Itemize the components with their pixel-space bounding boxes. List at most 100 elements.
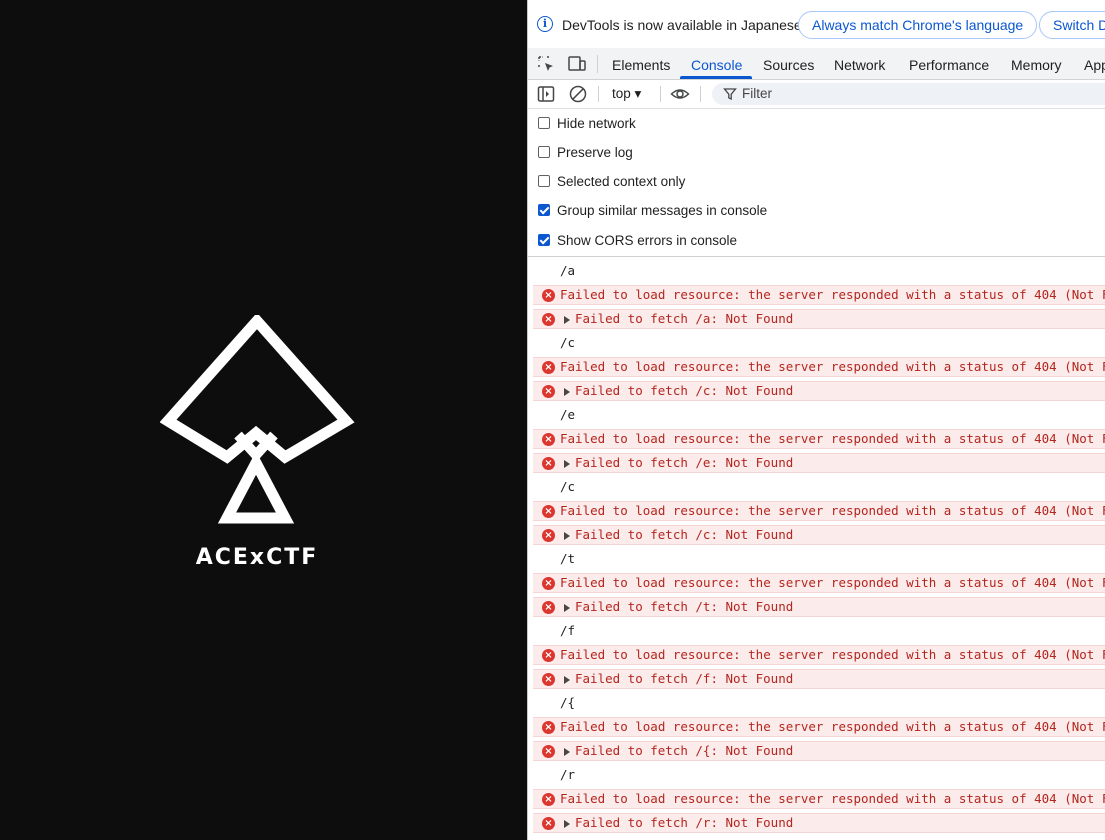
expand-triangle-icon[interactable] bbox=[564, 388, 570, 396]
console-error-message[interactable]: × Failed to fetch /{: Not Found bbox=[533, 741, 1105, 761]
filter-placeholder: Filter bbox=[742, 86, 772, 101]
info-icon: i bbox=[537, 16, 553, 32]
tab-network[interactable]: Network bbox=[834, 57, 885, 73]
console-error-message: × Failed to load resource: the server res… bbox=[533, 429, 1105, 449]
toolbar-separator bbox=[598, 86, 599, 102]
setting-checkbox[interactable] bbox=[538, 117, 550, 129]
console-error-message: × Failed to load resource: the server res… bbox=[533, 717, 1105, 737]
error-icon: × bbox=[542, 505, 555, 518]
language-infobar: i DevTools is now available in Japanese!… bbox=[528, 0, 1105, 48]
expand-triangle-icon[interactable] bbox=[564, 532, 570, 540]
error-icon: × bbox=[542, 529, 555, 542]
expand-triangle-icon[interactable] bbox=[564, 676, 570, 684]
setting-checkbox[interactable] bbox=[538, 204, 550, 216]
clear-console-icon[interactable] bbox=[568, 84, 588, 104]
tab-sources[interactable]: Sources bbox=[763, 57, 814, 73]
message-text: Failed to load resource: the server resp… bbox=[560, 719, 1105, 734]
inspect-element-icon[interactable] bbox=[536, 54, 556, 74]
filter-input[interactable]: Filter bbox=[712, 83, 1105, 105]
error-icon: × bbox=[542, 745, 555, 758]
console-error-message: × Failed to load resource: the server res… bbox=[533, 357, 1105, 377]
context-selector[interactable]: top ▾ bbox=[612, 86, 641, 102]
console-toolbar: top ▾ Filter bbox=[528, 80, 1105, 109]
console-log-message: /e bbox=[533, 405, 1105, 425]
setting-label: Show CORS errors in console bbox=[557, 233, 738, 248]
logo: ACExCTF bbox=[160, 315, 360, 585]
expand-triangle-icon[interactable] bbox=[564, 820, 570, 828]
error-icon: × bbox=[542, 721, 555, 734]
tab-elements[interactable]: Elements bbox=[612, 57, 670, 73]
device-toolbar-icon[interactable] bbox=[567, 54, 587, 74]
spade-logo-icon bbox=[160, 315, 355, 524]
expand-triangle-icon[interactable] bbox=[564, 460, 570, 468]
devtools-tabbar: Elements Console Sources Network Perform… bbox=[528, 48, 1105, 80]
toolbar-separator bbox=[660, 86, 661, 102]
console-log-message: /t bbox=[533, 549, 1105, 569]
message-text: /a bbox=[560, 263, 576, 278]
match-language-button[interactable]: Always match Chrome's language bbox=[798, 11, 1038, 39]
console-error-message[interactable]: × Failed to fetch /t: Not Found bbox=[533, 597, 1105, 617]
error-icon: × bbox=[542, 817, 555, 830]
message-text: Failed to fetch /e: Not Found bbox=[575, 455, 794, 470]
tabbar-separator bbox=[597, 55, 598, 73]
console-log-message: /{ bbox=[533, 693, 1105, 713]
devtools-panel: i DevTools is now available in Japanese!… bbox=[528, 0, 1105, 840]
message-text: /e bbox=[560, 407, 576, 422]
error-icon: × bbox=[542, 793, 555, 806]
message-text: /t bbox=[560, 551, 576, 566]
expand-triangle-icon[interactable] bbox=[564, 604, 570, 612]
error-icon: × bbox=[542, 385, 555, 398]
setting-label: Selected context only bbox=[557, 174, 686, 189]
console-error-message[interactable]: × Failed to fetch /c: Not Found bbox=[533, 381, 1105, 401]
page-viewport: ACExCTF bbox=[0, 0, 527, 840]
setting-checkbox[interactable] bbox=[538, 175, 550, 187]
sidebar-toggle-icon[interactable] bbox=[536, 84, 556, 104]
message-text: /c bbox=[560, 335, 576, 350]
message-text: Failed to fetch /c: Not Found bbox=[575, 527, 794, 542]
error-icon: × bbox=[542, 313, 555, 326]
message-text: /{ bbox=[560, 695, 576, 710]
active-tab-indicator bbox=[680, 76, 752, 79]
live-expression-eye-icon[interactable] bbox=[670, 84, 690, 104]
switch-language-button[interactable]: Switch D bbox=[1039, 11, 1105, 39]
console-log-message: /c bbox=[533, 477, 1105, 497]
console-error-message: × Failed to load resource: the server res… bbox=[533, 645, 1105, 665]
tab-console[interactable]: Console bbox=[691, 57, 742, 73]
message-text: Failed to load resource: the server resp… bbox=[560, 647, 1105, 662]
message-text: /r bbox=[560, 767, 576, 782]
expand-triangle-icon[interactable] bbox=[564, 748, 570, 756]
message-text: Failed to fetch /r: Not Found bbox=[575, 815, 794, 830]
message-text: Failed to load resource: the server resp… bbox=[560, 287, 1105, 302]
error-icon: × bbox=[542, 649, 555, 662]
message-text: Failed to load resource: the server resp… bbox=[560, 503, 1105, 518]
setting-checkbox[interactable] bbox=[538, 146, 550, 158]
console-error-message: × Failed to load resource: the server res… bbox=[533, 573, 1105, 593]
tab-performance[interactable]: Performance bbox=[909, 57, 989, 73]
error-icon: × bbox=[542, 577, 555, 590]
message-text: /f bbox=[560, 623, 576, 638]
console-error-message: × Failed to load resource: the server res… bbox=[533, 285, 1105, 305]
console-error-message[interactable]: × Failed to fetch /r: Not Found bbox=[533, 813, 1105, 833]
console-settings: Hide network Preserve log Selected context… bbox=[528, 109, 1105, 257]
console-log-message: /f bbox=[533, 621, 1105, 641]
setting-label: Hide network bbox=[557, 116, 636, 131]
message-text: Failed to fetch /c: Not Found bbox=[575, 383, 794, 398]
tab-application[interactable]: App bbox=[1084, 57, 1105, 73]
infobar-message: DevTools is now available in Japanese! bbox=[562, 17, 806, 33]
console-error-message[interactable]: × Failed to fetch /e: Not Found bbox=[533, 453, 1105, 473]
console-log-message: /c bbox=[533, 333, 1105, 353]
console-error-message[interactable]: × Failed to fetch /c: Not Found bbox=[533, 525, 1105, 545]
message-text: Failed to load resource: the server resp… bbox=[560, 575, 1105, 590]
error-icon: × bbox=[542, 361, 555, 374]
setting-checkbox[interactable] bbox=[538, 234, 550, 246]
expand-triangle-icon[interactable] bbox=[564, 316, 570, 324]
error-icon: × bbox=[542, 601, 555, 614]
message-text: /c bbox=[560, 479, 576, 494]
error-icon: × bbox=[542, 457, 555, 470]
console-error-message[interactable]: × Failed to fetch /a: Not Found bbox=[533, 309, 1105, 329]
error-icon: × bbox=[542, 289, 555, 302]
message-text: Failed to fetch /a: Not Found bbox=[575, 311, 794, 326]
console-error-message[interactable]: × Failed to fetch /f: Not Found bbox=[533, 669, 1105, 689]
message-text: Failed to fetch /f: Not Found bbox=[575, 671, 794, 686]
tab-memory[interactable]: Memory bbox=[1011, 57, 1062, 73]
